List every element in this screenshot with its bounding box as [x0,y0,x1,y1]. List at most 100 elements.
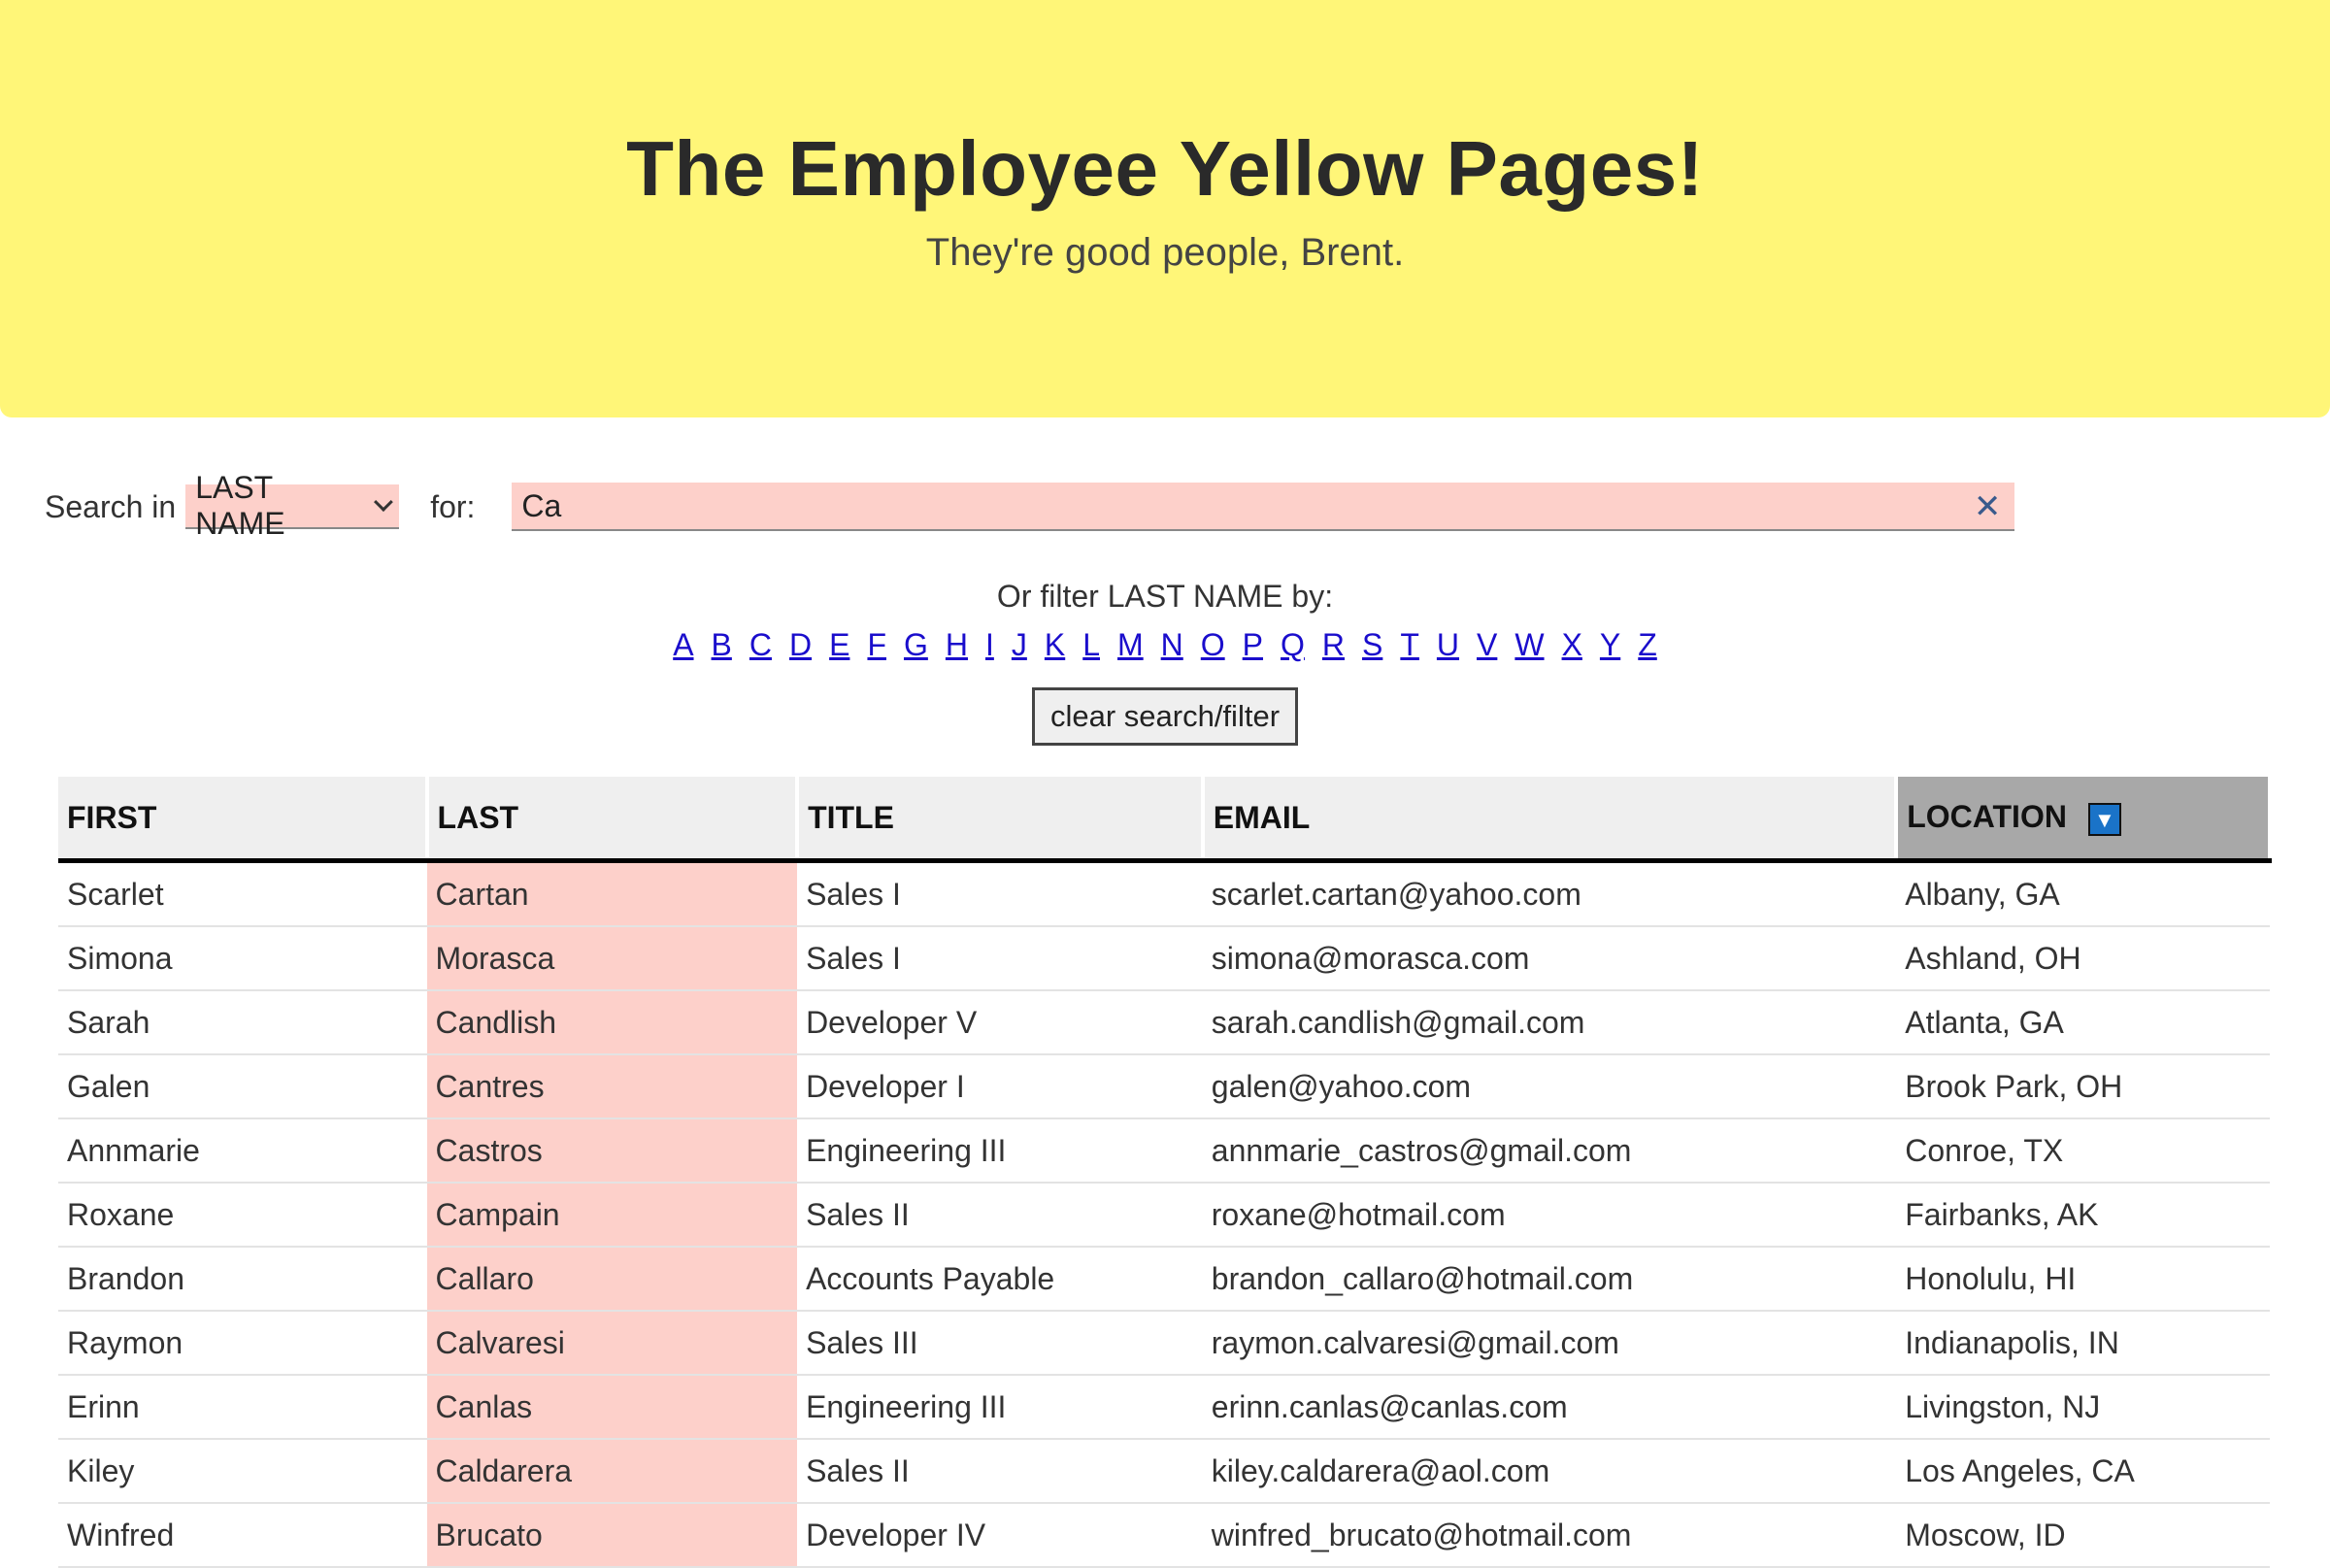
cell-last: Canlas [426,1375,798,1440]
table-row: Galen Cantres Developer Igalen@yahoo.com Br… [58,1054,2270,1119]
cell-first: Galen [58,1054,427,1119]
letter-filter-l[interactable]: L [1082,627,1100,662]
cell-first: Winfred [58,1503,427,1568]
letter-filter-e[interactable]: E [829,627,849,662]
letter-filter-f[interactable]: F [867,627,886,662]
cell-title: Sales I [797,860,1203,927]
letter-filter-v[interactable]: V [1477,627,1497,662]
letter-filter-h[interactable]: H [946,627,968,662]
cell-first: Roxane [58,1183,427,1248]
cell-title: Developer I [797,1054,1203,1119]
cell-last: Caldarera [426,1439,798,1504]
letter-filter-bar: ABCDEFGHIJKLMNOPQRSTUVWXYZ [0,627,2330,663]
cell-title: Sales III [797,1311,1203,1376]
cell-last: Calvaresi [426,1311,798,1376]
letter-filter-k[interactable]: K [1045,627,1065,662]
column-header-last[interactable]: LAST [426,777,800,863]
cell-first: Erinn [58,1375,427,1440]
letter-filter-d[interactable]: D [789,627,812,662]
table-row: Kiley Caldarera Sales II kiley.caldarera@ao… [58,1439,2270,1504]
cell-location: Fairbanks, AK [1896,1183,2270,1248]
search-bar: Search in LAST NAME for: Ca ✕ [45,470,2015,541]
table-row: Brandon Callaro Accounts Payable brandon_ca… [58,1247,2270,1312]
cell-first: Kiley [58,1439,427,1504]
letter-filter-o[interactable]: O [1201,627,1225,662]
table-row: Annmarie Castros Engineering III annmarie_c… [58,1118,2270,1184]
table-row: Erinn Canlas Engineering III erinn.canlas@c… [58,1375,2270,1440]
search-input-value: Ca [521,487,562,523]
cell-first: Raymon [58,1311,427,1376]
cell-email: raymon.calvaresi@gmail.com [1202,1311,1897,1376]
cell-last: Callaro [426,1247,798,1312]
letter-filter-w[interactable]: W [1514,627,1544,662]
search-field-select[interactable]: LAST NAME [185,470,400,541]
cell-location: Conroe, TX [1896,1118,2270,1184]
letter-filter-i[interactable]: I [985,627,994,662]
cell-first: Annmarie [58,1118,427,1184]
clear-search-filter-button[interactable]: clear search/filter [1032,687,1298,746]
column-header-email[interactable]: EMAIL [1202,777,1899,863]
column-header-label: TITLE [808,799,894,835]
cell-location: Ashland, OH [1896,926,2270,991]
cell-location: Moscow, ID [1896,1503,2270,1568]
letter-filter-u[interactable]: U [1437,627,1459,662]
letter-filter-y[interactable]: Y [1600,627,1620,662]
cell-last: Brucato [426,1503,798,1568]
letter-filter-r[interactable]: R [1322,627,1345,662]
chevron-down-icon [373,492,393,512]
column-header-location[interactable]: LOCATION ▼ [1896,777,2272,863]
cell-last: Candlish [426,990,798,1055]
sort-descending-icon[interactable]: ▼ [2087,802,2121,836]
column-header-label: LOCATION [1907,799,2067,835]
cell-location: Brook Park, OH [1896,1054,2270,1119]
letter-filter-p[interactable]: P [1243,627,1263,662]
cell-email: sarah.candlish@gmail.com [1202,990,1897,1055]
letter-filter-n[interactable]: N [1161,627,1183,662]
cell-first: Brandon [58,1247,427,1312]
cell-title: Developer V [797,990,1203,1055]
cell-title: Sales II [797,1183,1203,1248]
cell-location: Atlanta, GA [1896,990,2270,1055]
letter-filter-x[interactable]: X [1562,627,1582,662]
cell-first: Sarah [58,990,427,1055]
letter-filter-q[interactable]: Q [1281,627,1305,662]
letter-filter-g[interactable]: G [904,627,928,662]
cell-title: Engineering III [797,1118,1203,1184]
cell-title: Developer IV [797,1503,1203,1568]
letter-filter-j[interactable]: J [1012,627,1027,662]
cell-title: Engineering III [797,1375,1203,1440]
table-row: Roxane Campain Sales II roxane@hotmail.com F… [58,1183,2270,1248]
letter-filter-z[interactable]: Z [1638,627,1657,662]
search-field-value: LAST NAME [195,470,285,541]
cell-first: Scarlet [58,860,427,927]
filter-caption: Or filter LAST NAME by: [996,579,1334,614]
cell-last: Cantres [426,1054,798,1119]
cell-location: Honolulu, HI [1896,1247,2270,1312]
clear-search-icon[interactable]: ✕ [1974,487,2002,526]
letter-filter-t[interactable]: T [1400,627,1419,662]
cell-email: winfred_brucato@hotmail.com [1202,1503,1897,1568]
table-header-row: FIRST LAST TITLE EMAIL LOCATION ▼ [58,777,2272,863]
cell-last: Campain [426,1183,798,1248]
cell-location: Albany, GA [1896,860,2270,927]
cell-last: Cartan [426,860,798,927]
column-header-label: EMAIL [1213,799,1311,835]
header-banner: The Employee Yellow Pages! They're good … [0,0,2330,417]
column-header-first[interactable]: FIRST [58,777,429,863]
column-header-label: FIRST [67,799,157,835]
table-row: Raymon Calvaresi Sales III raymon.calvaresi… [58,1311,2270,1376]
letter-filter-m[interactable]: M [1117,627,1144,662]
cell-location: Livingston, NJ [1896,1375,2270,1440]
column-header-title[interactable]: TITLE [797,777,1205,863]
cell-email: scarlet.cartan@yahoo.com [1202,860,1897,927]
search-input[interactable]: Ca ✕ [512,483,2015,531]
column-header-label: LAST [437,799,519,835]
letter-filter-a[interactable]: A [673,627,693,662]
cell-email: galen@yahoo.com [1202,1054,1897,1119]
letter-filter-b[interactable]: B [712,627,732,662]
letter-filter-c[interactable]: C [749,627,772,662]
employee-table: FIRST LAST TITLE EMAIL LOCATION ▼ Scarlet… [58,777,2272,1568]
cell-location: Indianapolis, IN [1896,1311,2270,1376]
table-row: Sarah Candlish Developer Vsarah.candlish@g… [58,990,2270,1055]
letter-filter-s[interactable]: S [1362,627,1382,662]
